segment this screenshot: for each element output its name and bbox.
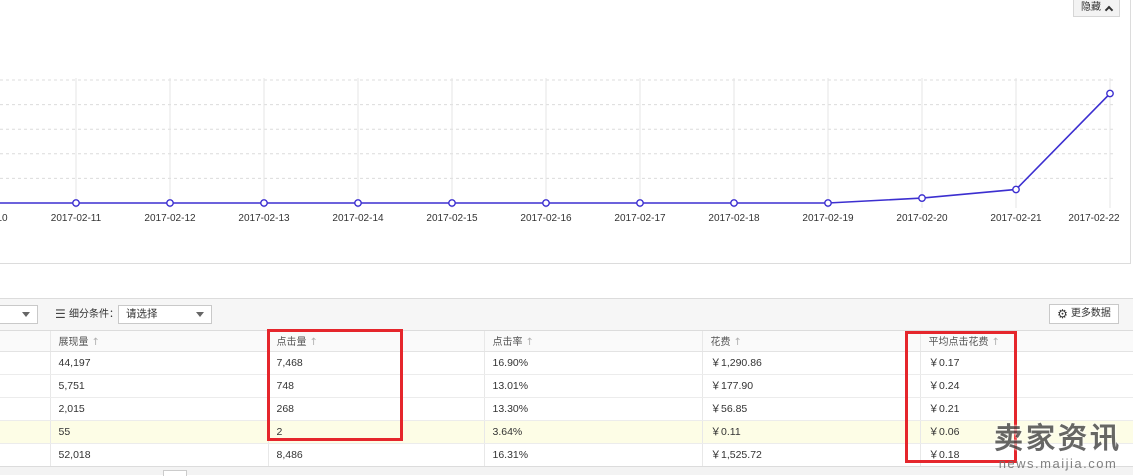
chart-point <box>448 199 456 207</box>
x-tick-label: 2017-02-16 <box>520 213 572 224</box>
clicks-cell: 7,468 <box>267 351 484 375</box>
x-tick-label: 2017-02-12 <box>144 213 196 224</box>
x-tick-label: 2017-02-10 <box>0 213 8 224</box>
table-row: 44,197 7,468 16.90% ￥1,290.86 ￥0.17 <box>0 351 1133 375</box>
table-footer <box>0 466 1133 476</box>
table-row: 55 2 3.64% ￥0.11 ￥0.06 <box>0 420 1133 444</box>
cost-cell: ￥0.11 <box>701 420 920 444</box>
column-header-ctr[interactable]: 点击率 ↑ <box>483 331 702 352</box>
sort-arrow-icon[interactable]: ↑ <box>992 337 1000 348</box>
x-tick-label: 2017-02-17 <box>614 213 666 224</box>
more-data-label: 更多数据 <box>1070 308 1111 319</box>
chart-point <box>542 199 550 207</box>
chart-point <box>72 199 80 207</box>
ctr-cell: 3.64% <box>483 420 702 444</box>
table-header-row: 展现量 ↑ 点击量 ↑ 点击率 ↑ 花费 ↑ 平均点击花费 ↑ <box>0 331 1133 352</box>
trend-chart-panel: 2017-02-10 2017-02-11 2017-02-12 2017-02-13… <box>0 0 1131 264</box>
table-row: 2,015 268 13.30% ￥56.85 ￥0.21 <box>0 397 1133 421</box>
chart-point <box>166 199 174 207</box>
table-row: 52,018 8,486 16.31% ￥1,525.72 ￥0.18 <box>0 443 1133 467</box>
chart-point <box>354 199 362 207</box>
x-tick-label: 2017-02-21 <box>990 213 1042 224</box>
ctr-cell: 13.01% <box>483 374 702 398</box>
avg-cpc-cell: ￥0.18 <box>919 443 1133 467</box>
sort-arrow-icon[interactable]: ↑ <box>734 337 742 348</box>
chart-point <box>636 199 644 207</box>
x-tick-label: 2017-02-22 <box>1068 213 1120 224</box>
x-tick-label: 2017-02-18 <box>708 213 760 224</box>
data-table: 展现量 ↑ 点击量 ↑ 点击率 ↑ 花费 ↑ 平均点击花费 ↑ 44,197 7,468 … <box>0 331 1133 467</box>
row-dimension-cell <box>0 374 50 398</box>
dimension-select[interactable] <box>0 305 38 324</box>
row-dimension-cell <box>0 443 50 467</box>
column-header-impressions[interactable]: 展现量 ↑ <box>49 331 268 352</box>
impressions-cell: 55 <box>49 420 268 444</box>
x-tick-label: 2017-02-11 <box>51 213 102 224</box>
row-dimension-cell <box>0 397 50 421</box>
impressions-cell: 52,018 <box>49 443 268 467</box>
chevron-up-icon <box>1104 5 1114 14</box>
chart-point <box>730 199 738 207</box>
table-row: 5,751 748 13.01% ￥177.90 ￥0.24 <box>0 374 1133 398</box>
chart-point <box>260 199 268 207</box>
clicks-cell: 748 <box>267 374 484 398</box>
avg-cpc-cell: ￥0.06 <box>919 420 1133 444</box>
caret-down-icon <box>22 312 30 317</box>
column-header-dimension <box>0 331 50 352</box>
column-header-label: 展现量 <box>58 337 89 349</box>
hide-chart-label: 隐藏 <box>1081 2 1101 13</box>
x-tick-label: 2017-02-19 <box>802 213 854 224</box>
column-header-label: 点击率 <box>492 337 523 349</box>
row-dimension-cell <box>0 420 50 444</box>
x-tick-label: 2017-02-20 <box>896 213 948 224</box>
segment-label: 细分条件： <box>69 309 119 320</box>
sort-arrow-icon[interactable]: ↑ <box>526 337 534 348</box>
list-icon: ☰ <box>55 307 66 321</box>
cost-cell: ￥1,525.72 <box>701 443 920 467</box>
cost-cell: ￥1,290.86 <box>701 351 920 375</box>
ctr-cell: 13.30% <box>483 397 702 421</box>
column-header-cost[interactable]: 花费 ↑ <box>701 331 920 352</box>
x-tick-label: 2017-02-15 <box>426 213 478 224</box>
clicks-cell: 268 <box>267 397 484 421</box>
ctr-cell: 16.31% <box>483 443 702 467</box>
segment-select-value: 请选择 <box>126 308 158 320</box>
clicks-cell: 2 <box>267 420 484 444</box>
column-header-avg-cpc[interactable]: 平均点击花费 ↑ <box>919 331 1133 352</box>
x-tick-label: 2017-02-14 <box>332 213 384 224</box>
caret-down-icon <box>196 312 204 317</box>
sort-arrow-icon[interactable]: ↑ <box>92 337 100 348</box>
avg-cpc-cell: ￥0.21 <box>919 397 1133 421</box>
avg-cpc-cell: ￥0.24 <box>919 374 1133 398</box>
impressions-cell: 2,015 <box>49 397 268 421</box>
cost-cell: ￥56.85 <box>701 397 920 421</box>
column-header-label: 点击量 <box>276 337 307 349</box>
ctr-cell: 16.90% <box>483 351 702 375</box>
chart-point <box>918 194 926 202</box>
trend-line-chart: 2017-02-10 2017-02-11 2017-02-12 2017-02-13… <box>0 78 1120 224</box>
pagination-box[interactable] <box>163 470 187 476</box>
segment-select[interactable]: 请选择 <box>118 305 212 324</box>
avg-cpc-cell: ￥0.17 <box>919 351 1133 375</box>
column-header-label: 平均点击花费 <box>928 337 989 349</box>
gear-icon: ⚙ <box>1057 307 1068 321</box>
chart-point <box>1106 89 1114 98</box>
row-dimension-cell <box>0 351 50 375</box>
series-line <box>0 92 1111 204</box>
chart-point <box>1012 185 1020 194</box>
chart-point <box>824 199 832 207</box>
impressions-cell: 5,751 <box>49 374 268 398</box>
cost-cell: ￥177.90 <box>701 374 920 398</box>
hide-chart-button[interactable]: 隐藏 <box>1073 0 1120 17</box>
column-header-label: 花费 <box>710 337 731 349</box>
column-header-clicks[interactable]: 点击量 ↑ <box>267 331 484 352</box>
table-toolbar: ☰ 细分条件： 请选择 ⚙ 更多数据 <box>0 298 1133 331</box>
impressions-cell: 44,197 <box>49 351 268 375</box>
more-data-button[interactable]: ⚙ 更多数据 <box>1049 304 1119 324</box>
x-tick-label: 2017-02-13 <box>238 213 290 224</box>
clicks-cell: 8,486 <box>267 443 484 467</box>
sort-arrow-icon[interactable]: ↑ <box>310 337 318 348</box>
